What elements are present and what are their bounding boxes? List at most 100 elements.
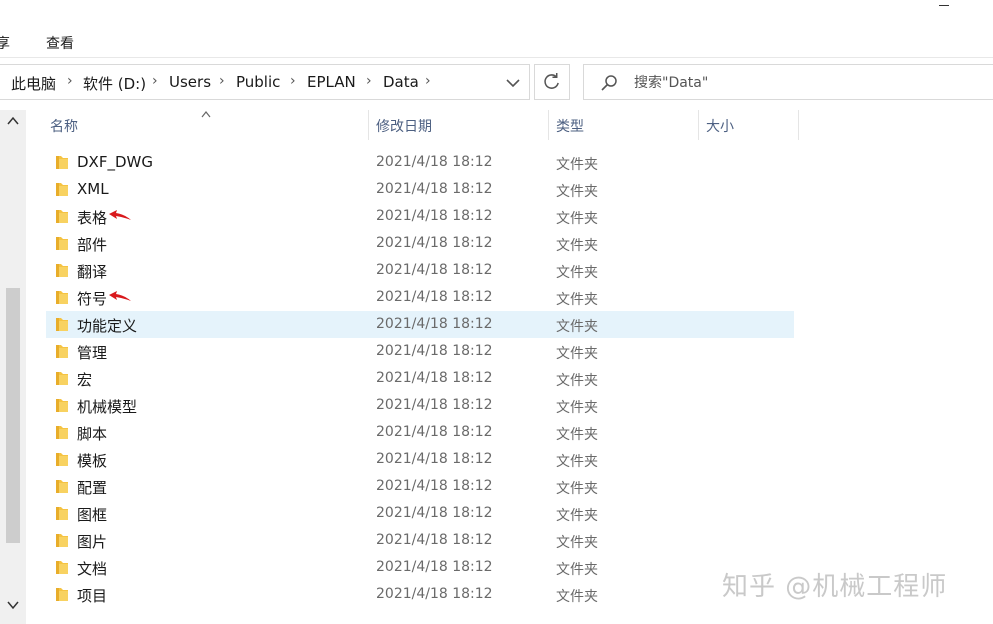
- chevron-right-icon[interactable]: ›: [425, 73, 431, 89]
- file-row[interactable]: 图框 2021/4/18 18:12 文件夹: [46, 500, 794, 527]
- file-type: 文件夹: [556, 265, 598, 281]
- tab-share[interactable]: 享: [0, 33, 10, 53]
- file-row[interactable]: 脚本 2021/4/18 18:12 文件夹: [46, 419, 794, 446]
- file-name[interactable]: 部件: [77, 234, 107, 255]
- scroll-up-icon[interactable]: [6, 114, 20, 128]
- chevron-right-icon[interactable]: ›: [366, 73, 372, 89]
- file-row[interactable]: 宏 2021/4/18 18:12 文件夹: [46, 365, 794, 392]
- column-header-name[interactable]: 名称: [50, 116, 78, 136]
- ribbon-tabs: 享 查看: [0, 30, 993, 54]
- folder-icon: [56, 372, 68, 385]
- chevron-down-icon[interactable]: [504, 75, 522, 91]
- file-name[interactable]: 翻译: [77, 261, 107, 282]
- file-name[interactable]: XML: [77, 180, 109, 198]
- ribbon-divider: [0, 57, 993, 58]
- file-name[interactable]: 管理: [77, 342, 107, 363]
- folder-icon: [56, 291, 68, 304]
- file-row[interactable]: 图片 2021/4/18 18:12 文件夹: [46, 527, 794, 554]
- file-row[interactable]: 模板 2021/4/18 18:12 文件夹: [46, 446, 794, 473]
- breadcrumb-drive-d[interactable]: 软件 (D:): [83, 73, 146, 94]
- modified-date: 2021/4/18 18:12: [376, 586, 493, 602]
- file-type: 文件夹: [556, 346, 598, 362]
- file-type: 文件夹: [556, 400, 598, 416]
- search-input[interactable]: [634, 73, 974, 93]
- file-type: 文件夹: [556, 184, 598, 200]
- file-name[interactable]: DXF_DWG: [77, 153, 153, 171]
- breadcrumb-this-pc[interactable]: 此电脑: [11, 73, 56, 94]
- breadcrumb-eplan[interactable]: EPLAN: [307, 73, 356, 91]
- file-type: 文件夹: [556, 427, 598, 443]
- file-row[interactable]: DXF_DWG 2021/4/18 18:12 文件夹: [46, 149, 794, 176]
- tab-view[interactable]: 查看: [46, 33, 74, 53]
- folder-icon: [56, 561, 68, 574]
- search-icon: [601, 75, 617, 91]
- folder-icon: [56, 534, 68, 547]
- column-header-size[interactable]: 大小: [706, 116, 734, 136]
- file-name[interactable]: 配置: [77, 477, 107, 498]
- folder-icon: [56, 264, 68, 277]
- sort-ascending-icon: [201, 111, 211, 118]
- modified-date: 2021/4/18 18:12: [376, 181, 493, 197]
- folder-icon: [56, 426, 68, 439]
- refresh-icon: [544, 73, 559, 89]
- file-type: 文件夹: [556, 589, 598, 605]
- file-row[interactable]: XML 2021/4/18 18:12 文件夹: [46, 176, 794, 203]
- file-name[interactable]: 符号: [77, 288, 107, 309]
- modified-date: 2021/4/18 18:12: [376, 397, 493, 413]
- red-arrow-icon: [109, 210, 131, 220]
- scroll-thumb[interactable]: [6, 288, 20, 543]
- file-name[interactable]: 模板: [77, 450, 107, 471]
- file-list: DXF_DWG 2021/4/18 18:12 文件夹 XML 2021/4/18 18…: [46, 149, 796, 608]
- folder-icon: [56, 183, 68, 196]
- file-type: 文件夹: [556, 238, 598, 254]
- modified-date: 2021/4/18 18:12: [376, 235, 493, 251]
- modified-date: 2021/4/18 18:12: [376, 559, 493, 575]
- address-bar[interactable]: 此电脑 › 软件 (D:) › Users › Public › EPLAN ›…: [0, 64, 530, 100]
- refresh-button[interactable]: [534, 64, 570, 100]
- search-box[interactable]: [583, 64, 993, 100]
- file-name[interactable]: 功能定义: [77, 315, 137, 336]
- file-name[interactable]: 图框: [77, 504, 107, 525]
- column-headers: 名称 修改日期 类型 大小: [40, 110, 800, 140]
- minimize-icon[interactable]: [939, 5, 949, 6]
- file-row[interactable]: 符号 2021/4/18 18:12 文件夹: [46, 284, 794, 311]
- file-name[interactable]: 机械模型: [77, 396, 137, 417]
- column-divider[interactable]: [798, 110, 799, 140]
- scroll-down-icon[interactable]: [6, 598, 20, 612]
- file-row[interactable]: 管理 2021/4/18 18:12 文件夹: [46, 338, 794, 365]
- modified-date: 2021/4/18 18:12: [376, 316, 493, 332]
- file-name[interactable]: 项目: [77, 585, 107, 606]
- file-name[interactable]: 文档: [77, 558, 107, 579]
- file-name[interactable]: 图片: [77, 531, 107, 552]
- file-row[interactable]: 配置 2021/4/18 18:12 文件夹: [46, 473, 794, 500]
- breadcrumb-users[interactable]: Users: [169, 73, 211, 91]
- file-type: 文件夹: [556, 562, 598, 578]
- folder-icon: [56, 480, 68, 493]
- file-row[interactable]: 翻译 2021/4/18 18:12 文件夹: [46, 257, 794, 284]
- folder-icon: [56, 156, 68, 169]
- modified-date: 2021/4/18 18:12: [376, 424, 493, 440]
- folder-icon: [56, 588, 68, 601]
- column-header-date[interactable]: 修改日期: [376, 116, 432, 136]
- folder-icon: [56, 318, 68, 331]
- file-row[interactable]: 功能定义 2021/4/18 18:12 文件夹: [46, 311, 794, 338]
- column-divider[interactable]: [368, 110, 369, 140]
- file-row[interactable]: 表格 2021/4/18 18:12 文件夹: [46, 203, 794, 230]
- chevron-right-icon[interactable]: ›: [290, 73, 296, 89]
- file-name[interactable]: 表格: [77, 207, 107, 228]
- file-row[interactable]: 文档 2021/4/18 18:12 文件夹: [46, 554, 794, 581]
- file-name[interactable]: 脚本: [77, 423, 107, 444]
- breadcrumb-data[interactable]: Data: [383, 73, 419, 91]
- nav-scrollbar[interactable]: [0, 110, 26, 624]
- chevron-right-icon[interactable]: ›: [67, 73, 73, 89]
- column-divider[interactable]: [548, 110, 549, 140]
- file-row[interactable]: 机械模型 2021/4/18 18:12 文件夹: [46, 392, 794, 419]
- file-row[interactable]: 部件 2021/4/18 18:12 文件夹: [46, 230, 794, 257]
- column-divider[interactable]: [698, 110, 699, 140]
- breadcrumb-public[interactable]: Public: [236, 73, 280, 91]
- column-header-type[interactable]: 类型: [556, 116, 584, 136]
- file-name[interactable]: 宏: [77, 369, 92, 390]
- chevron-right-icon[interactable]: ›: [219, 73, 225, 89]
- file-row[interactable]: 项目 2021/4/18 18:12 文件夹: [46, 581, 794, 608]
- chevron-right-icon[interactable]: ›: [152, 73, 158, 89]
